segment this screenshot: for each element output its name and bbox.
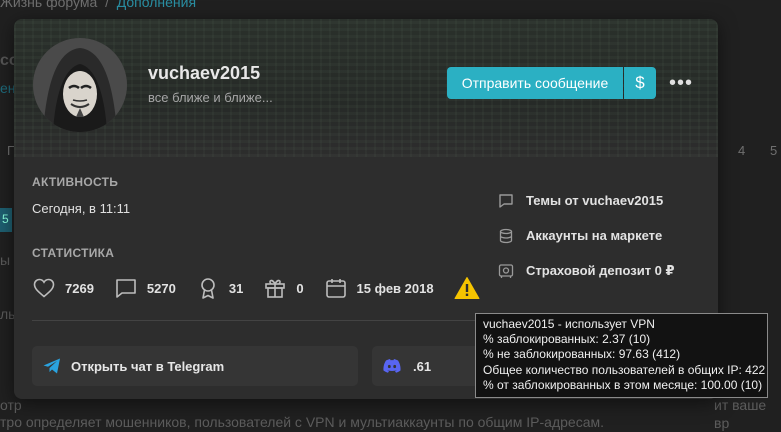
gifts-count: 0 bbox=[296, 280, 304, 296]
discord-button[interactable]: .61 bbox=[372, 346, 492, 386]
warning-icon bbox=[454, 277, 480, 299]
breadcrumb: Жизнь форума / Дополнения bbox=[0, 0, 196, 10]
likes-count: 7269 bbox=[65, 280, 94, 296]
bg-tab: 5 bbox=[0, 208, 12, 232]
chat-icon bbox=[116, 279, 136, 298]
market-link-label: Аккаунты на маркете bbox=[526, 228, 663, 243]
profile-links: Темы от vuchaev2015 Аккаунты на маркете … bbox=[498, 183, 675, 288]
user-status: все ближе и ближе... bbox=[148, 90, 273, 105]
registration-date: 15 фев 2018 bbox=[356, 280, 434, 296]
vpn-tooltip: vuchaev2015 - использует VPN % заблокиро… bbox=[475, 313, 768, 398]
gift-icon bbox=[265, 279, 286, 298]
last-activity: Сегодня, в 11:11 bbox=[32, 201, 131, 216]
dollar-icon[interactable]: $ bbox=[624, 67, 656, 99]
messages-stat[interactable]: 5270 bbox=[114, 276, 176, 300]
stats-row: 7269 5270 31 0 15 фев 2018 bbox=[32, 276, 509, 300]
statistics-title: СТАТИСТИКА bbox=[32, 246, 115, 260]
deposit-link-label: Страховой депозит 0 ₽ bbox=[526, 262, 675, 278]
trophies-stat[interactable]: 31 bbox=[196, 276, 243, 300]
tooltip-line: % заблокированных: 2.37 (10) bbox=[483, 332, 651, 347]
market-link[interactable]: Аккаунты на маркете bbox=[498, 218, 675, 253]
award-icon bbox=[201, 278, 215, 299]
breadcrumb-item[interactable]: Жизнь форума bbox=[0, 0, 97, 10]
threads-link-label: Темы от vuchaev2015 bbox=[526, 193, 664, 208]
database-icon bbox=[499, 228, 513, 243]
more-options-icon[interactable]: ••• bbox=[668, 69, 694, 97]
tooltip-line: Общее количество пользователей в общих I… bbox=[483, 362, 766, 377]
heart-icon bbox=[33, 278, 55, 298]
trophies-count: 31 bbox=[228, 280, 244, 296]
telegram-chat-button[interactable]: Открыть чат в Telegram bbox=[32, 346, 358, 386]
vpn-warning[interactable] bbox=[454, 276, 489, 300]
bg-text: отр bbox=[0, 397, 22, 413]
deposit-link[interactable]: Страховой депозит 0 ₽ bbox=[498, 253, 675, 288]
bg-text: тро определяет мошенников, пользователей… bbox=[0, 414, 604, 430]
calendar-icon bbox=[325, 279, 346, 298]
bg-text: ы bbox=[0, 252, 11, 268]
send-message-button[interactable]: Отправить сообщение bbox=[447, 67, 623, 99]
safe-icon bbox=[498, 263, 514, 278]
chat-bubble-icon bbox=[499, 193, 513, 208]
breadcrumb-item[interactable]: Дополнения bbox=[117, 0, 196, 10]
discord-icon bbox=[383, 359, 401, 373]
tooltip-line: vuchaev2015 - использует VPN bbox=[483, 317, 655, 331]
breadcrumb-separator: / bbox=[105, 0, 109, 10]
username[interactable]: vuchaev2015 bbox=[148, 63, 260, 84]
bg-page-link[interactable]: 5 bbox=[770, 143, 777, 158]
discord-handle: .61 bbox=[413, 358, 432, 374]
registered-stat: 15 фев 2018 bbox=[324, 276, 434, 300]
threads-link[interactable]: Темы от vuchaev2015 bbox=[498, 183, 675, 218]
tooltip-line: % от заблокированных в этом месяце: 100.… bbox=[483, 377, 763, 392]
tooltip-line: % не заблокированных: 97.63 (412) bbox=[483, 347, 681, 362]
gifts-stat[interactable]: 0 bbox=[263, 276, 304, 300]
telegram-chat-label: Открыть чат в Telegram bbox=[71, 358, 225, 374]
bg-page-link[interactable]: 4 bbox=[738, 143, 745, 158]
activity-title: АКТИВНОСТЬ bbox=[32, 175, 119, 189]
likes-stat[interactable]: 7269 bbox=[32, 276, 94, 300]
bg-text: ит ваше вр bbox=[714, 397, 767, 431]
telegram-icon bbox=[43, 358, 60, 374]
avatar[interactable] bbox=[33, 38, 127, 132]
messages-count: 5270 bbox=[146, 280, 176, 296]
